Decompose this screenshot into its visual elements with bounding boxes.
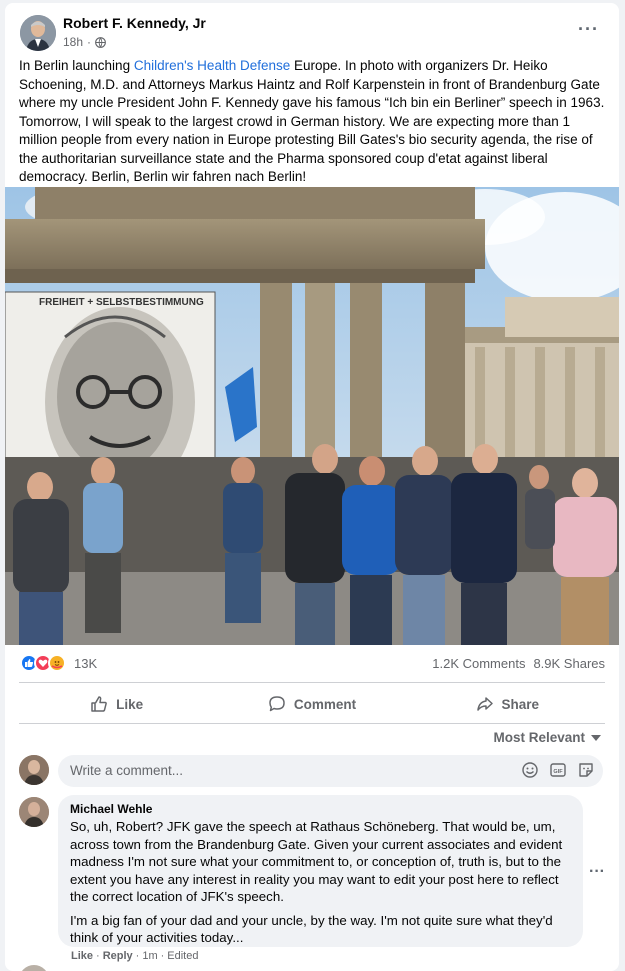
post-time[interactable]: 18h [63, 35, 83, 49]
comment-input[interactable]: Write a comment... GIF [58, 755, 603, 787]
stats-right: 1.2K Comments 8.9K Shares [432, 656, 605, 671]
emoji-icon[interactable] [521, 761, 539, 779]
share-label: Share [501, 696, 540, 712]
comment-sort-dropdown[interactable]: Most Relevant [493, 730, 601, 745]
next-commenter-avatar[interactable] [19, 965, 49, 971]
svg-text:GIF: GIF [553, 769, 563, 775]
comment-button[interactable]: Comment [214, 685, 409, 723]
divider [19, 723, 605, 724]
reaction-count[interactable]: 13K [74, 656, 97, 671]
comment-paragraph: I'm a big fan of your dad and your uncle… [70, 912, 553, 946]
author-avatar[interactable] [20, 15, 56, 51]
banner-text: FREIHEIT + SELBSTBESTIMMUNG [39, 297, 204, 308]
share-icon [476, 697, 493, 711]
commenter-avatar[interactable] [19, 797, 49, 827]
comment-composer: Write a comment... GIF [19, 753, 609, 789]
comment-icon [269, 696, 285, 712]
thumbs-up-icon [91, 696, 108, 712]
reactions-summary[interactable]: 13K [20, 654, 97, 672]
comment-edited: Edited [167, 950, 199, 962]
sort-label: Most Relevant [493, 730, 585, 745]
comment-time[interactable]: 1m [142, 950, 157, 962]
comment-actions: Like · Reply · 1m · Edited [71, 950, 199, 962]
comment-reply-link[interactable]: Reply [103, 950, 133, 962]
post-author[interactable]: Robert F. Kennedy, Jr [63, 15, 206, 31]
globe-icon [95, 36, 106, 48]
care-reaction-icon [48, 654, 66, 672]
action-bar: Like Comment Share [19, 685, 605, 723]
like-label: Like [116, 696, 144, 712]
comment-author[interactable]: Michael Wehle [70, 802, 571, 816]
post-stats: 13K 1.2K Comments 8.9K Shares [5, 650, 619, 678]
caret-down-icon [591, 734, 601, 741]
post-text: In Berlin launching Children's Health De… [19, 58, 605, 184]
sticker-icon[interactable] [577, 761, 595, 779]
divider [19, 682, 605, 683]
comment-label: Comment [293, 696, 357, 712]
hashtag-link[interactable]: Children's Health Defense [134, 58, 290, 73]
gif-icon[interactable]: GIF [549, 761, 567, 779]
post-header: Robert F. Kennedy, Jr 18h · ··· [5, 3, 619, 55]
comment-bubble: Michael Wehle So, uh, Robert? JFK gave t… [58, 795, 583, 947]
composer-icons: GIF [521, 761, 595, 779]
post-options-icon[interactable]: ··· [578, 19, 599, 40]
comment-text: So, uh, Robert? JFK gave the speech at R… [70, 818, 571, 947]
current-user-avatar[interactable] [19, 755, 49, 785]
comment-options-icon[interactable]: ··· [589, 863, 605, 881]
share-button[interactable]: Share [410, 685, 605, 723]
comment-placeholder: Write a comment... [70, 763, 184, 778]
like-button[interactable]: Like [19, 685, 214, 723]
post-photo[interactable]: FREIHEIT + SELBSTBESTIMMUNG [5, 187, 619, 645]
comment-count[interactable]: 1.2K Comments [432, 656, 525, 671]
share-count[interactable]: 8.9K Shares [533, 656, 605, 671]
post-card: Robert F. Kennedy, Jr 18h · ··· In Berli… [5, 3, 619, 971]
post-meta: 18h · [63, 35, 106, 49]
comment-like-link[interactable]: Like [71, 950, 93, 962]
comment-paragraph: So, uh, Robert? JFK gave the speech at R… [70, 819, 563, 904]
